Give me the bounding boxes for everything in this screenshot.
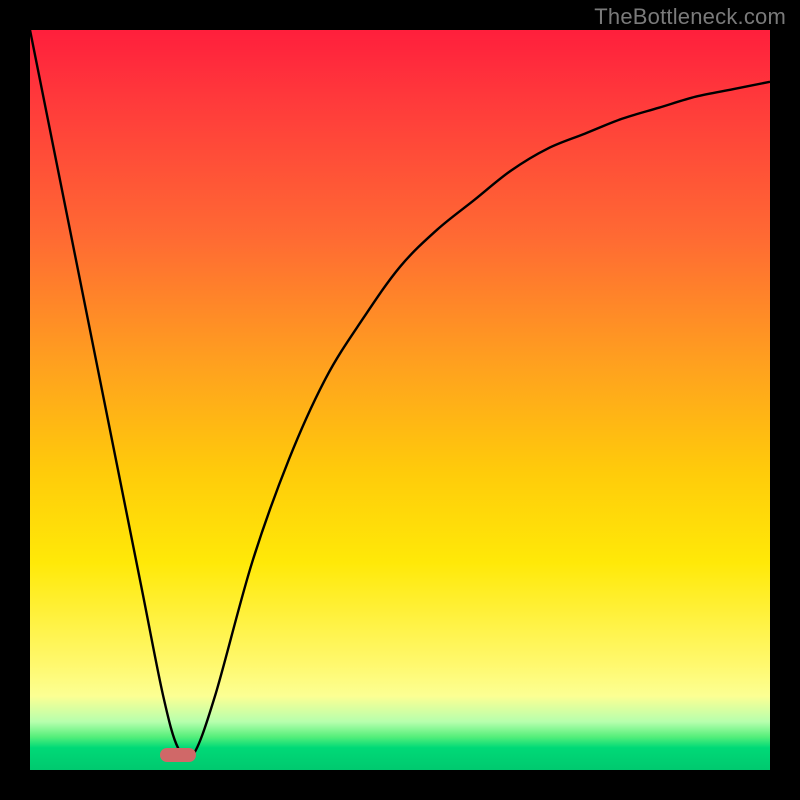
bottleneck-curve [30, 30, 770, 770]
plot-area [30, 30, 770, 770]
optimal-marker [160, 748, 196, 762]
watermark-text: TheBottleneck.com [594, 4, 786, 30]
chart-frame: TheBottleneck.com [0, 0, 800, 800]
